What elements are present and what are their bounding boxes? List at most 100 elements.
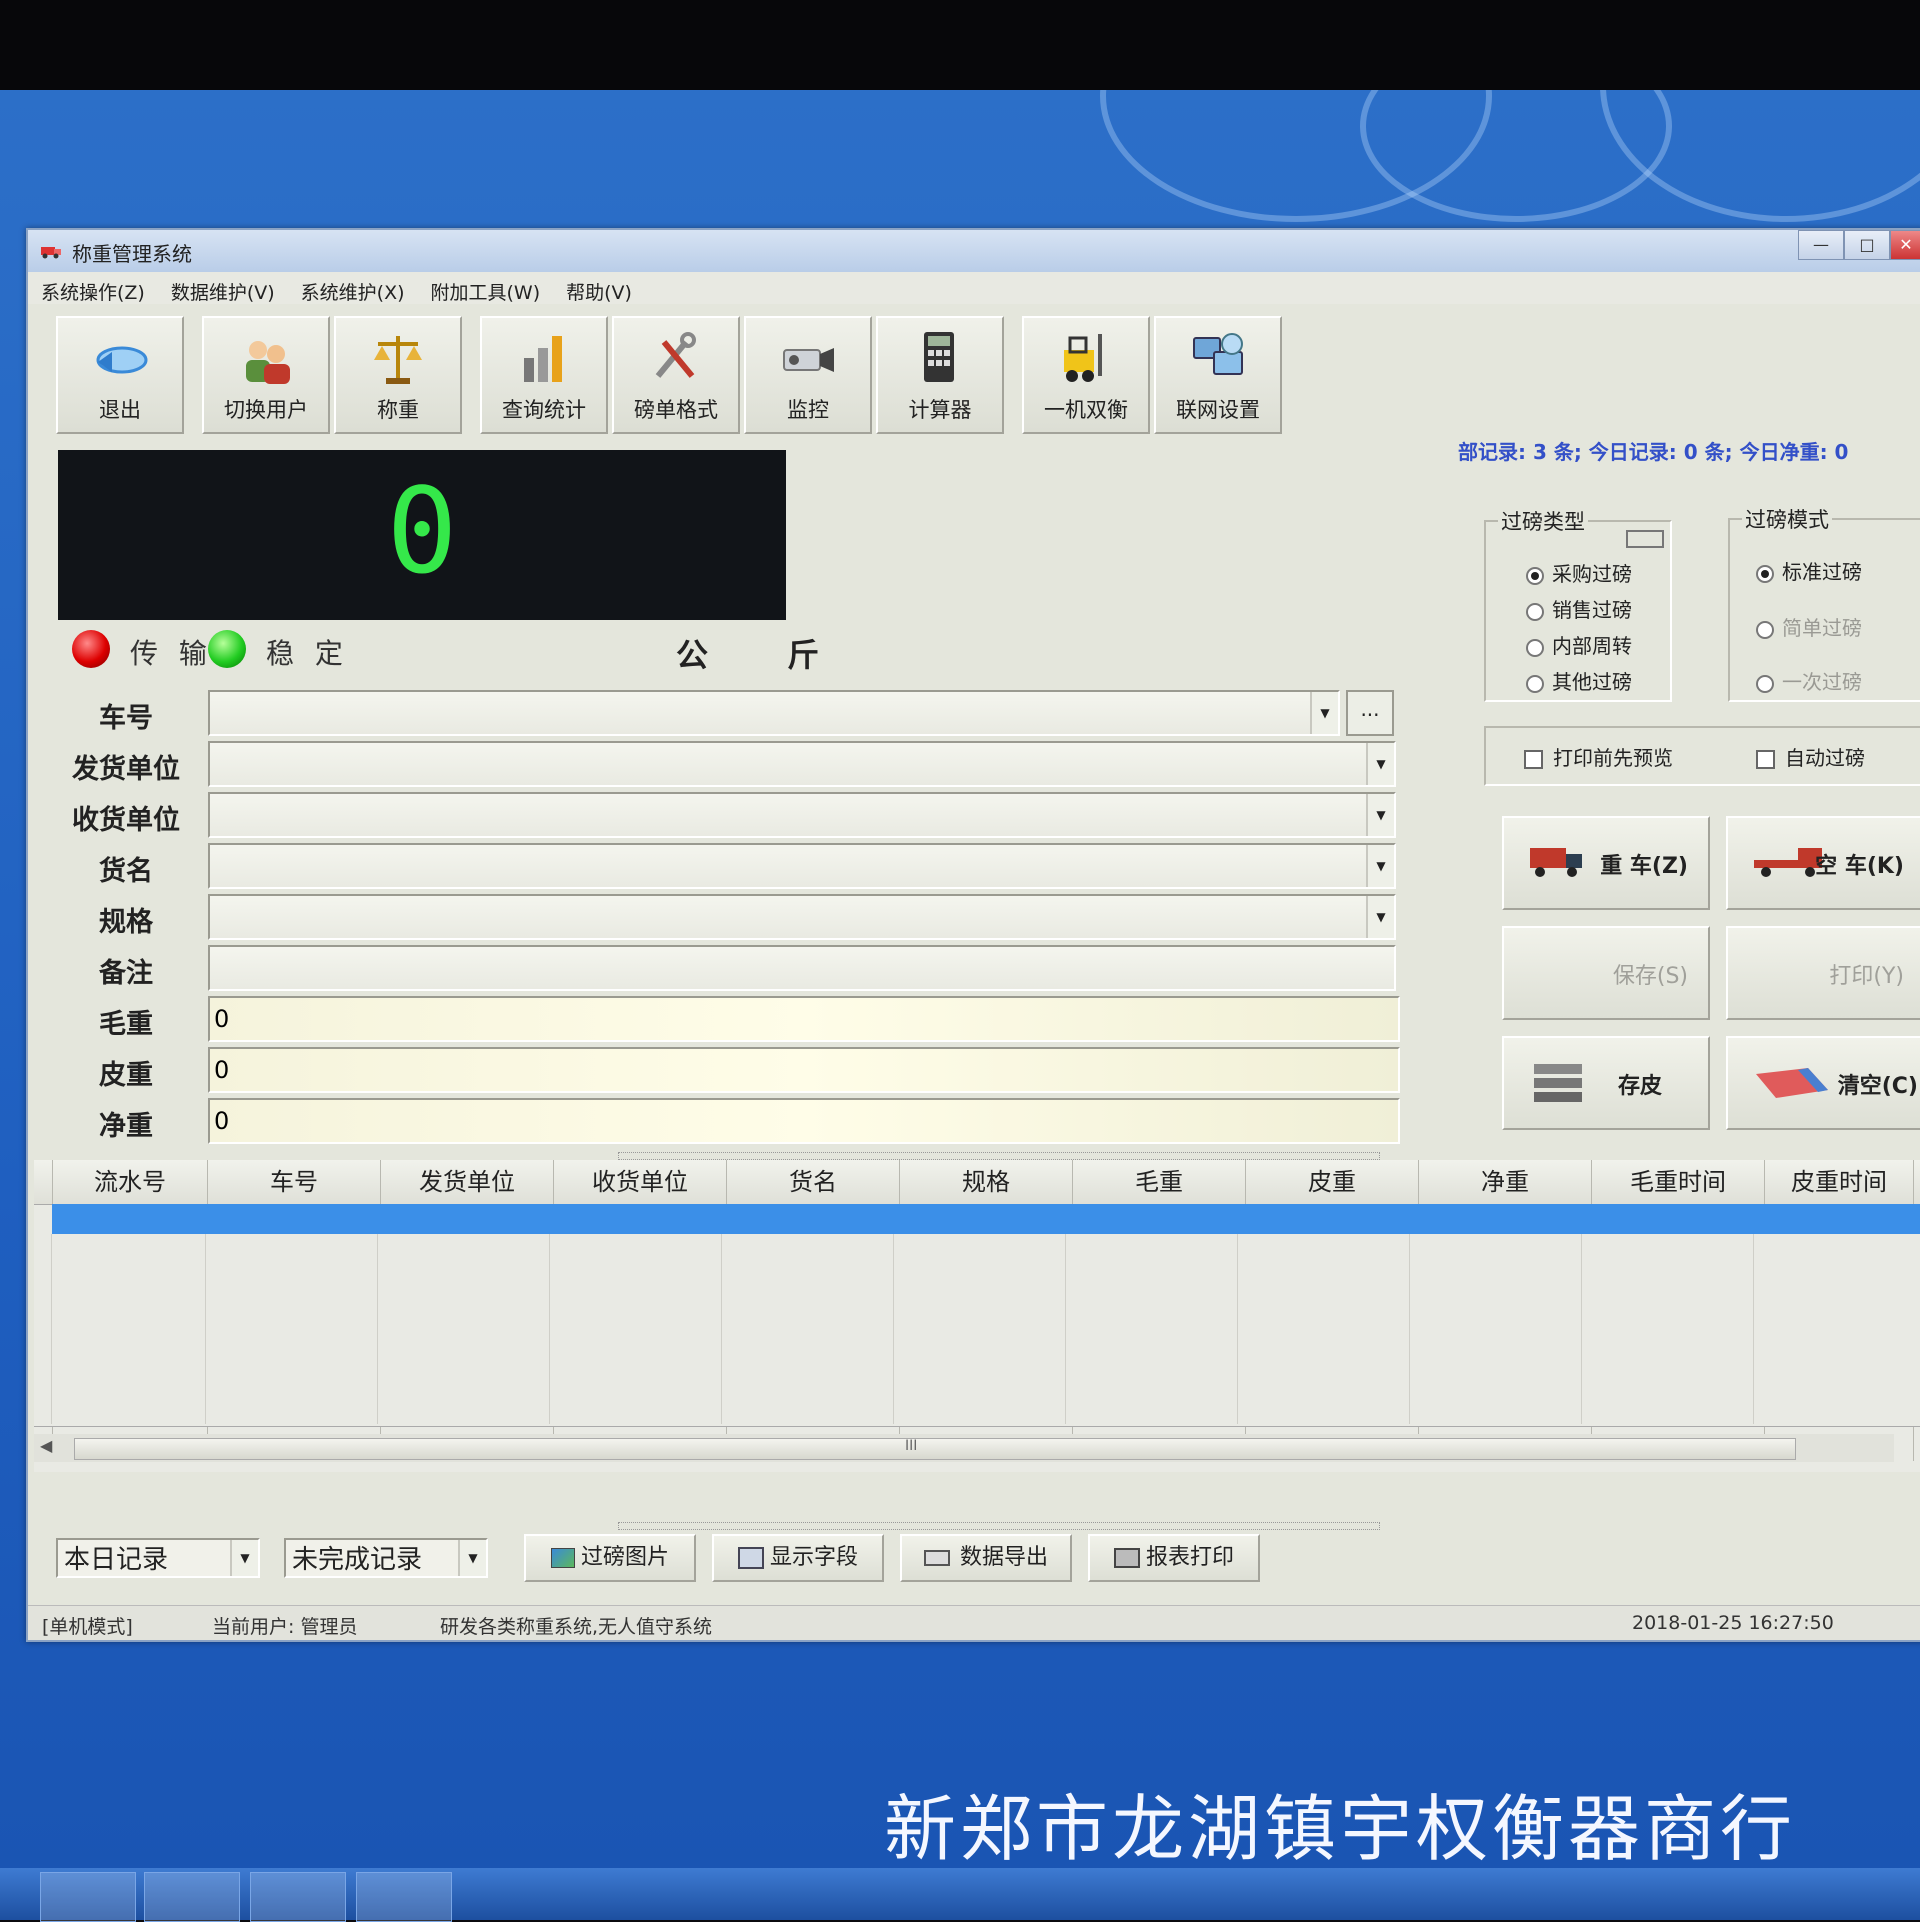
column-divider [1238,1234,1410,1424]
export-icon [923,1550,950,1566]
save-button[interactable]: 保存(S) [1502,926,1710,1020]
net-label: 净重 [99,1111,153,1142]
menu-system-ops[interactable]: 系统操作(Z) [28,272,158,304]
status-select[interactable]: 未完成记录 ▼ [284,1538,488,1578]
query-stats-button[interactable]: 查询统计 [480,316,608,434]
column-header[interactable]: 车号 [208,1160,381,1204]
chevron-down-icon[interactable]: ▼ [1366,794,1394,836]
dual-scale-button[interactable]: 一机双衡 [1022,316,1150,434]
goods-label: 货名 [99,856,153,887]
close-button[interactable]: ✕ [1890,230,1920,260]
horizontal-scrollbar[interactable]: ◀ III [34,1434,1894,1462]
scroll-left-icon[interactable]: ◀ [40,1436,52,1455]
query-label: 查询统计 [502,398,586,422]
ticket-format-button[interactable]: 磅单格式 [612,316,740,434]
gross-weight-field[interactable]: 0 [208,996,1400,1042]
empty-truck-button[interactable]: 空 车(K) [1726,816,1920,910]
clear-label: 清空(C) [1837,1074,1918,1099]
column-header[interactable]: 规格 [900,1160,1073,1204]
weigh-photos-label: 过磅图片 [580,1545,669,1570]
network-settings-button[interactable]: 联网设置 [1154,316,1282,434]
radio-once[interactable]: 一次过磅 [1756,666,1862,695]
radio-sales[interactable]: 销售过磅 [1526,594,1632,623]
records-table: 流水号 车号 发货单位 收货单位 货名 规格 毛重 皮重 净重 毛重时间 皮重时… [34,1160,1920,1472]
spec-combobox[interactable]: ▼ [208,894,1396,940]
radio-standard[interactable]: 标准过磅 [1756,556,1862,585]
menu-system-maintenance[interactable]: 系统维护(X) [288,272,418,304]
data-export-button[interactable]: 数据导出 [900,1534,1072,1582]
window-icon [737,1547,764,1569]
chevron-down-icon[interactable]: ▼ [1366,743,1394,785]
column-header[interactable]: 皮重时间 [1765,1160,1914,1204]
heavy-truck-button[interactable]: 重 车(Z) [1502,816,1710,910]
column-header[interactable]: 货名 [727,1160,900,1204]
radio-purchase[interactable]: 采购过磅 [1526,558,1632,587]
column-header[interactable]: 净重 [1419,1160,1592,1204]
column-header[interactable]: 发货单位 [381,1160,554,1204]
radio-other[interactable]: 其他过磅 [1526,666,1632,695]
print-preview-checkbox[interactable]: 打印前先预览 [1524,742,1673,771]
chevron-down-icon[interactable]: ▼ [1366,896,1394,938]
switch-user-button[interactable]: 切换用户 [202,316,330,434]
range-select[interactable]: 本日记录 ▼ [56,1538,260,1578]
taskbar-explorer-icon[interactable] [250,1872,346,1922]
tare-weight-field[interactable]: 0 [208,1047,1400,1093]
chart-icon [524,336,562,382]
minimize-button[interactable]: — [1798,230,1844,260]
monitor-button[interactable]: 监控 [744,316,872,434]
auto-weigh-label: 自动过磅 [1785,746,1865,770]
datetime-status: 2018-01-25 16:27:50 [1632,1612,1834,1634]
show-fields-button[interactable]: 显示字段 [712,1534,884,1582]
print-button[interactable]: 打印(Y) [1726,926,1920,1020]
scrollbar-thumb[interactable]: III [74,1438,1796,1460]
taskbar-weighing-app-icon[interactable] [356,1872,452,1922]
chevron-down-icon[interactable]: ▼ [1310,692,1338,734]
row-header-corner [34,1160,53,1204]
column-header[interactable]: 毛重 [1073,1160,1246,1204]
taskbar-qq-icon[interactable] [144,1872,240,1922]
column-header[interactable]: 毛重时间 [1592,1160,1765,1204]
auto-weigh-checkbox[interactable]: 自动过磅 [1756,742,1865,771]
selected-table-row[interactable] [52,1204,1920,1234]
chevron-down-icon[interactable]: ▼ [458,1540,486,1576]
maximize-button[interactable]: □ [1844,230,1890,260]
radio-simple[interactable]: 简单过磅 [1756,612,1862,641]
menu-tools[interactable]: 附加工具(W) [418,272,554,304]
tools-icon [655,332,696,378]
title-bar: 称重管理系统 — □ ✕ [28,230,1920,272]
scroll-grip: III [905,1438,918,1454]
sender-combobox[interactable]: ▼ [208,741,1396,787]
clear-button[interactable]: 清空(C) [1726,1036,1920,1130]
weigh-photos-button[interactable]: 过磅图片 [524,1534,696,1582]
chevron-down-icon[interactable]: ▼ [1366,845,1394,887]
plate-browse-button[interactable]: ... [1346,690,1394,736]
column-header[interactable]: 皮重 [1246,1160,1419,1204]
store-tare-button[interactable]: 存皮 [1502,1036,1710,1130]
weigh-button[interactable]: 称重 [334,316,462,434]
calculator-button[interactable]: 计算器 [876,316,1004,434]
radio-internal[interactable]: 内部周转 [1526,630,1632,659]
column-header[interactable]: 收货单位 [554,1160,727,1204]
exit-button[interactable]: 退出 [56,316,184,434]
print-preview-label: 打印前先预览 [1553,746,1673,770]
column-divider [894,1234,1066,1424]
splitter-handle[interactable] [618,1152,1380,1160]
window-title: 称重管理系统 [72,242,192,266]
chevron-down-icon[interactable]: ▼ [230,1540,258,1576]
menu-data-maintenance[interactable]: 数据维护(V) [158,272,288,304]
remark-input[interactable] [208,945,1396,991]
goods-combobox[interactable]: ▼ [208,843,1396,889]
splitter-handle[interactable] [618,1522,1380,1530]
radio-sales-label: 销售过磅 [1552,598,1632,622]
column-header[interactable]: 流水号 [53,1160,208,1204]
menu-help[interactable]: 帮助(V) [553,272,645,304]
forklift-icon [1064,334,1102,382]
table-header: 流水号 车号 发货单位 收货单位 货名 规格 毛重 皮重 净重 毛重时间 皮重时… [34,1160,1920,1205]
user-status: 当前用户: 管理员 [212,1616,358,1638]
store-tare-label: 存皮 [1617,1074,1662,1099]
plate-combobox[interactable]: ▼ [208,690,1340,736]
taskbar-app-icon[interactable] [40,1872,136,1922]
report-print-button[interactable]: 报表打印 [1088,1534,1260,1582]
stable-label: 稳 定 [266,637,349,670]
receiver-combobox[interactable]: ▼ [208,792,1396,838]
